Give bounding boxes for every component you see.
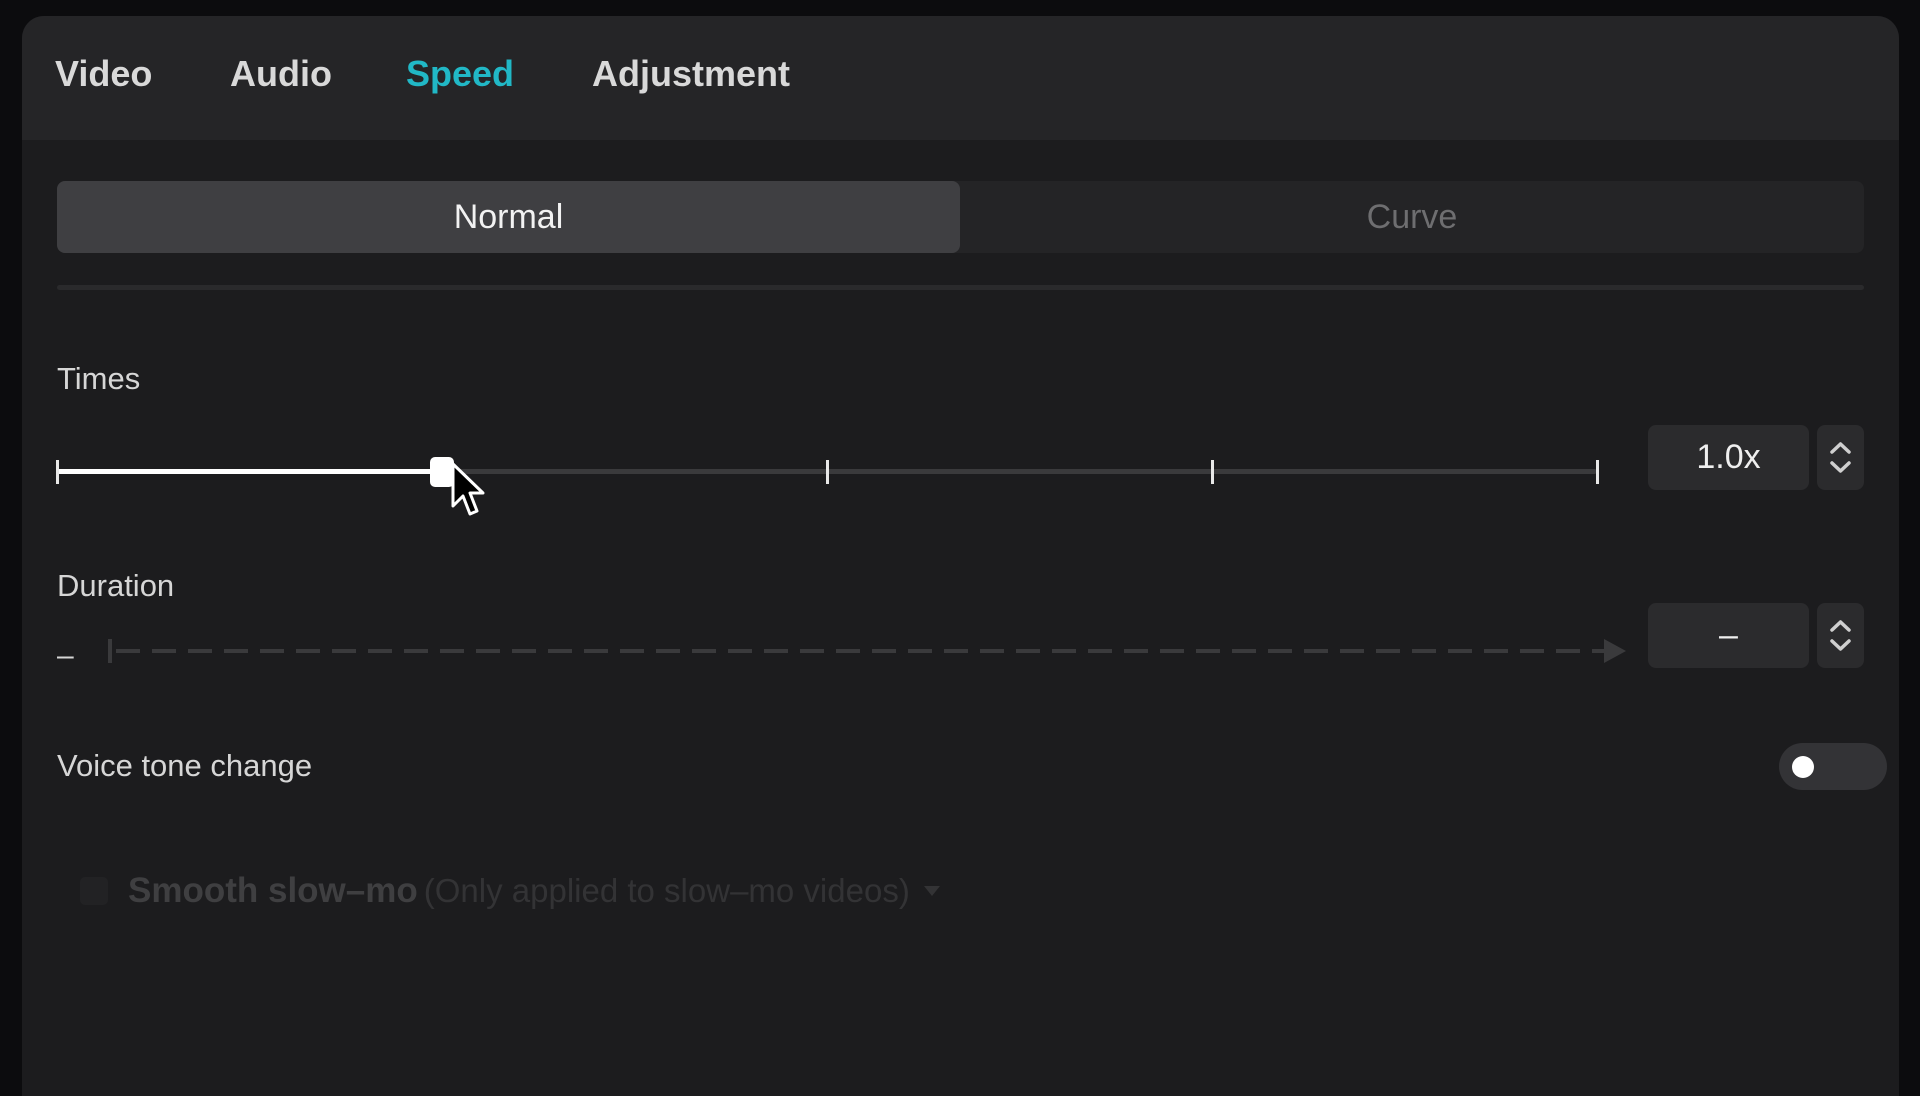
caret-down-icon [923,886,940,896]
times-slider-tick [826,460,829,484]
toggle-knob [1792,756,1814,778]
times-label: Times [57,361,141,396]
duration-stepper[interactable] [1817,603,1864,668]
times-slider[interactable] [56,442,1599,502]
speed-panel: Video Audio Speed Adjustment Normal Curv… [22,16,1899,1096]
times-stepper[interactable] [1817,425,1864,490]
smooth-slowmo-checkbox [80,877,108,905]
voice-tone-label: Voice tone change [57,748,313,783]
arrow-right-icon [1604,639,1626,663]
speed-mode-switch: Normal Curve [57,181,1864,253]
tab-adjustment[interactable]: Adjustment [592,52,790,96]
duration-value-input[interactable]: – [1648,603,1809,668]
mode-curve-button[interactable]: Curve [960,181,1864,253]
times-slider-tick [1211,460,1214,484]
duration-timeline [108,639,1626,663]
times-slider-tick [56,460,59,484]
times-value-input[interactable]: 1.0x [1648,425,1809,490]
smooth-slowmo-note: (Only applied to slow–mo videos) [423,872,910,909]
smooth-slowmo-row: Smooth slow–mo (Only applied to slow–mo … [80,868,940,914]
times-slider-thumb[interactable] [430,457,454,487]
times-slider-tick [1596,460,1599,484]
tab-speed[interactable]: Speed [406,52,514,96]
duration-label: Duration [57,568,175,603]
tab-bar: Video Audio Speed Adjustment [22,16,1899,140]
up-down-chevron-icon [1830,442,1851,473]
tab-audio[interactable]: Audio [230,52,332,96]
times-slider-fill [57,469,442,474]
tab-video[interactable]: Video [55,52,152,96]
smooth-slowmo-label: Smooth slow–mo [128,871,418,910]
mode-normal-button[interactable]: Normal [57,181,960,253]
divider [57,285,1864,290]
voice-tone-toggle[interactable] [1779,743,1887,790]
up-down-chevron-icon [1830,620,1851,651]
duration-start-text: – [57,639,74,672]
